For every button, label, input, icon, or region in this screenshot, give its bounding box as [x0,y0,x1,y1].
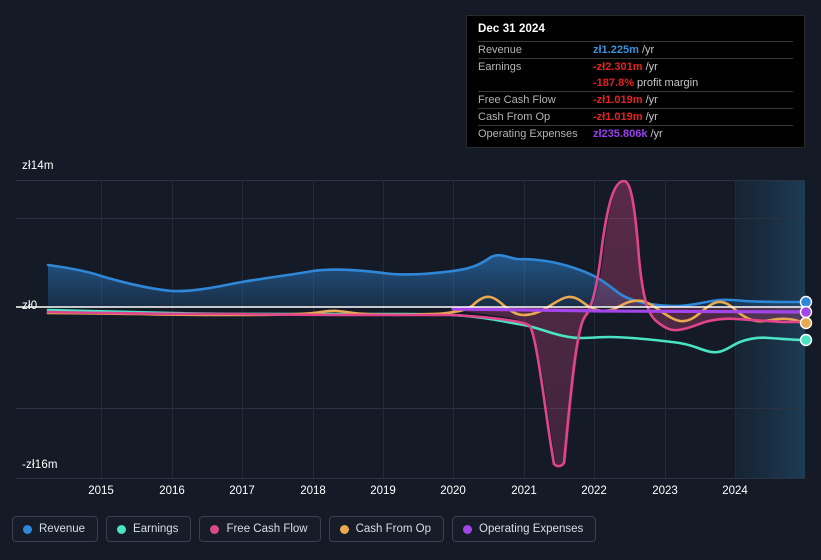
cash-from-op-color-dot [339,524,349,534]
y-axis-label-bottom: -zł16m [22,459,58,471]
tooltip-row-cash-from-op: Cash From Op -zł1.019m /yr [478,108,793,126]
x-axis-label-2019: 2019 [370,485,396,497]
tooltip-key-revenue: Revenue [478,41,593,59]
revenue-area [48,255,805,307]
tooltip-amount-earnings: -zł2.301m [593,61,643,73]
free-cash-flow-color-dot [210,524,220,534]
x-axis-label-2015: 2015 [88,485,114,497]
legend-label-free-cash-flow: Free Cash Flow [226,523,308,535]
x-axis-label-2018: 2018 [300,485,326,497]
x-axis-label-2024: 2024 [722,485,748,497]
legend-item-revenue[interactable]: Revenue [12,516,99,542]
tooltip-value-earnings: -zł2.301m /yr [593,58,793,75]
earnings-color-dot [117,524,127,534]
revenue-color-dot [23,524,32,534]
tooltip-key-operating-expenses: Operating Expenses [478,125,593,142]
operating-expenses-color-dot [463,524,473,534]
tooltip-amount-operating-expenses: zł235.806k [593,128,648,140]
x-axis-label-2020: 2020 [440,485,466,497]
tooltip-unit-revenue: /yr [641,44,655,56]
tooltip-date: Dec 31 2024 [478,23,545,35]
vertical-gridlines [101,180,736,478]
data-tooltip: Dec 31 2024 Revenue zł1.225m /yr Earning… [466,15,805,148]
legend-item-cash-from-op[interactable]: Cash From Op [328,516,445,542]
legend-label-earnings: Earnings [133,523,179,535]
tooltip-row-profit-margin: -187.8% profit margin [478,75,793,92]
x-axis-label-2023: 2023 [652,485,678,497]
legend-item-earnings[interactable]: Earnings [106,516,192,542]
tooltip-row-earnings: Earnings -zł2.301m /yr [478,58,793,75]
x-axis-label-2017: 2017 [229,485,255,497]
tooltip-row-free-cash-flow: Free Cash Flow -zł1.019m /yr [478,91,793,109]
series-end-markers [799,295,813,347]
cashfromop-end-dot [799,316,813,330]
legend-item-free-cash-flow[interactable]: Free Cash Flow [199,516,321,542]
recent-period-highlight [735,180,805,478]
opex-end-dot [799,305,813,319]
tooltip-row-operating-expenses: Operating Expenses zł235.806k /yr [478,125,793,142]
tooltip-table: Revenue zł1.225m /yr Earnings -zł2.301m … [478,41,793,142]
legend-label-operating-expenses: Operating Expenses [479,523,584,535]
financial-chart-app: { "tooltip": { "date": "Dec 31 2024", "r… [0,0,821,560]
earnings-end-dot [799,333,813,347]
tooltip-value-revenue: zł1.225m /yr [593,41,793,59]
legend-label-revenue: Revenue [39,523,86,535]
x-axis-label-2022: 2022 [581,485,607,497]
x-axis-label-2016: 2016 [159,485,185,497]
tooltip-value-free-cash-flow: -zł1.019m /yr [593,91,793,109]
tooltip-key-profit-margin [478,75,593,92]
tooltip-unit-cash-from-op: /yr [645,111,658,123]
y-axis-label-top: zł14m [22,160,54,172]
y-axis-label-zero: zł0 [22,300,38,312]
tooltip-unit-earnings: /yr [645,61,658,73]
tooltip-key-earnings: Earnings [478,58,593,75]
chart-legend: Revenue Earnings Free Cash Flow Cash Fro… [12,516,597,542]
tooltip-value-cash-from-op: -zł1.019m /yr [593,108,793,126]
tooltip-amount-profit-margin: -187.8% [593,77,634,89]
x-axis-label-2021: 2021 [511,485,537,497]
tooltip-value-operating-expenses: zł235.806k /yr [593,125,793,142]
tooltip-amount-revenue: zł1.225m [593,44,639,56]
legend-item-operating-expenses[interactable]: Operating Expenses [452,516,597,542]
tooltip-key-cash-from-op: Cash From Op [478,108,593,126]
tooltip-amount-cash-from-op: -zł1.019m [593,111,643,123]
tooltip-key-free-cash-flow: Free Cash Flow [478,91,593,109]
tooltip-unit-operating-expenses: /yr [650,128,663,140]
tooltip-unit-profit-margin: profit margin [637,77,699,89]
tooltip-amount-free-cash-flow: -zł1.019m [593,94,643,106]
tooltip-unit-free-cash-flow: /yr [645,94,658,106]
tooltip-value-profit-margin: -187.8% profit margin [593,75,793,92]
legend-label-cash-from-op: Cash From Op [355,523,432,535]
tooltip-row-revenue: Revenue zł1.225m /yr [478,41,793,59]
